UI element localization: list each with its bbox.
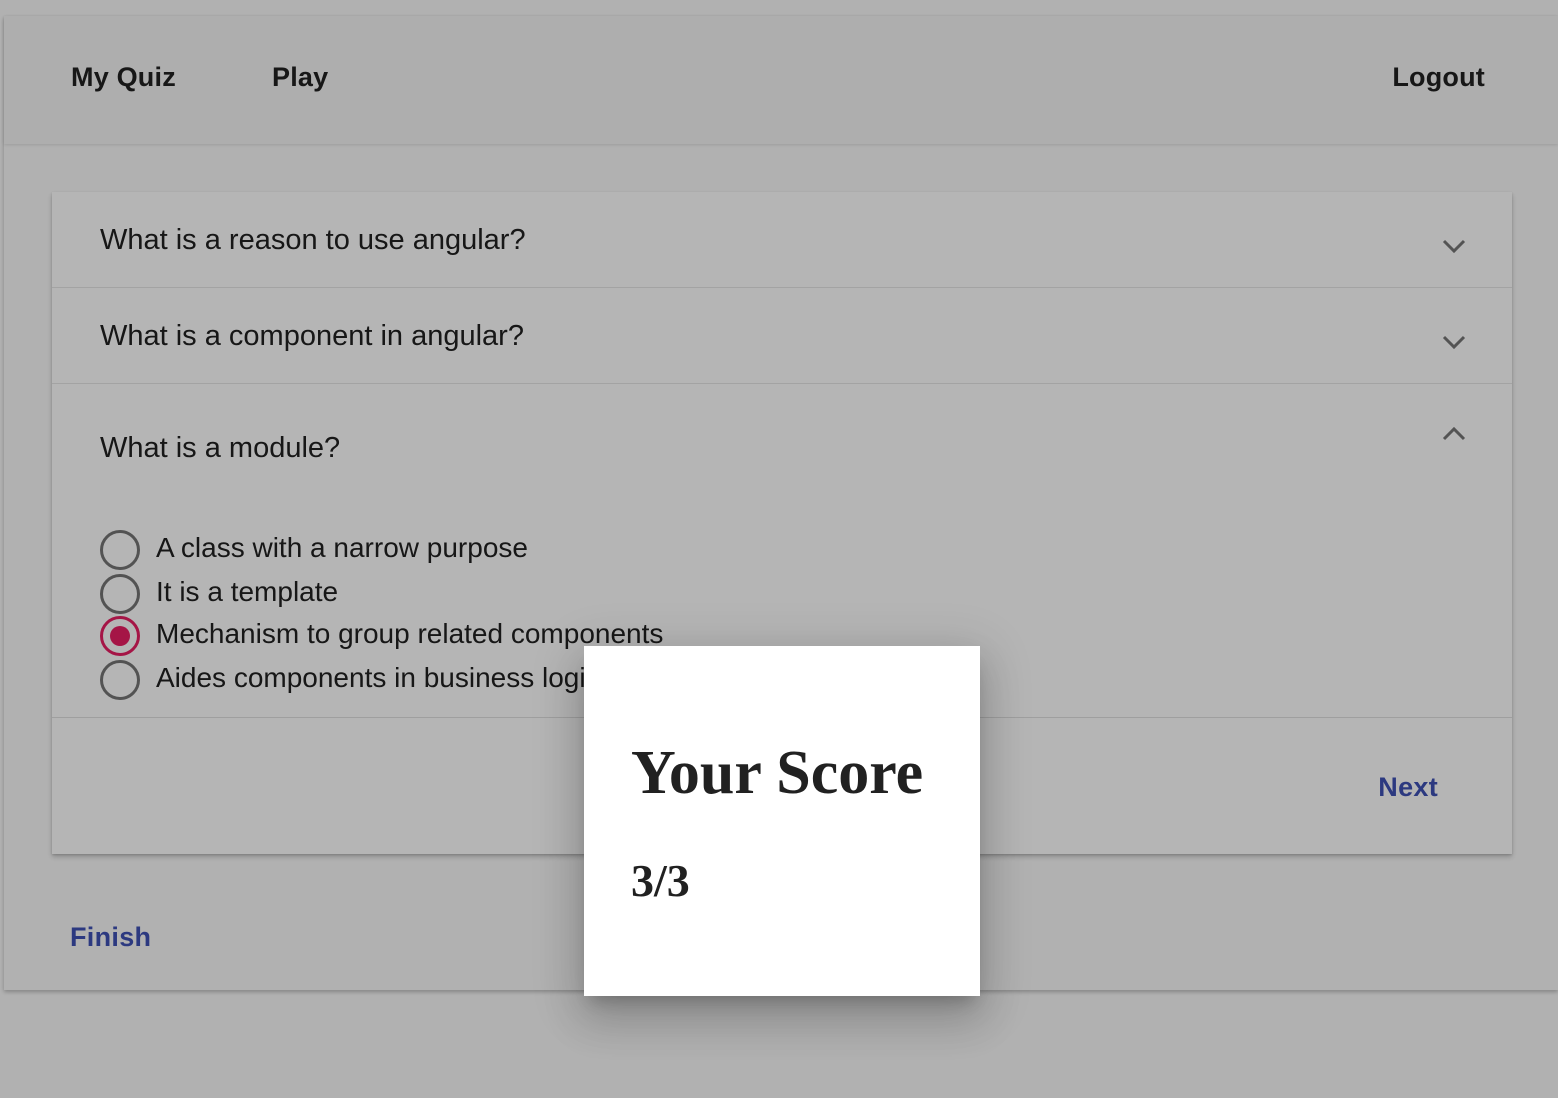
- dialog-title: Your Score: [631, 739, 924, 807]
- viewport: My Quiz Play Logout What is a reason to …: [0, 0, 1558, 1098]
- score-dialog: Your Score 3/3: [584, 646, 980, 996]
- score-value: 3/3: [631, 855, 690, 906]
